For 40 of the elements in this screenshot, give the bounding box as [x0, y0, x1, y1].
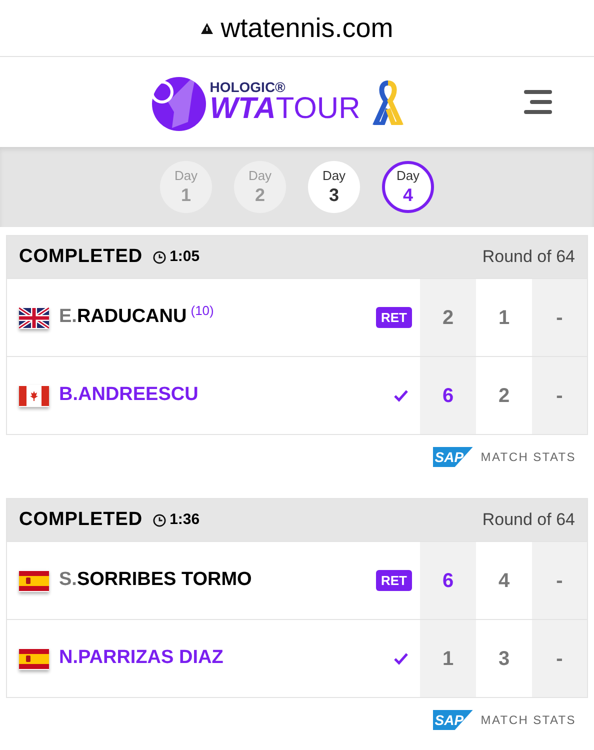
round-label: Round of 64	[482, 509, 575, 532]
tour-logo-text: TOUR	[276, 94, 360, 124]
sponsor-logo-text: HOLOGIC®	[210, 80, 286, 94]
set-score: -	[532, 357, 587, 434]
day-tab[interactable]: Day 4	[382, 161, 434, 213]
set-score: -	[532, 279, 587, 356]
sponsor-logo: SAP	[432, 710, 473, 730]
retired-badge: RET	[376, 306, 412, 328]
player-name: B.ANDREESCU	[59, 383, 198, 408]
set-score: 2	[420, 279, 476, 356]
flag-icon	[19, 306, 49, 328]
warning-icon	[200, 22, 213, 34]
duration-text: 1:05	[170, 246, 200, 267]
set-score: 6	[420, 357, 476, 434]
player-name: N.PARRIZAS DIAZ	[59, 646, 224, 670]
set-score: 1	[420, 620, 476, 697]
retired-badge: RET	[376, 570, 412, 592]
player-name: E.RADUCANU	[59, 305, 187, 330]
ribbon-icon	[372, 79, 404, 125]
flag-icon	[19, 570, 49, 592]
url-text: wtatennis.com	[220, 12, 394, 45]
status-label: COMPLETED	[19, 244, 143, 269]
set-score: -	[532, 542, 587, 619]
sponsor-logo: SAP	[432, 447, 473, 467]
flag-icon	[19, 648, 49, 670]
day-tab[interactable]: Day 3	[308, 161, 360, 213]
clock-icon	[152, 250, 166, 264]
set-score: -	[532, 620, 587, 697]
seed-label: (10)	[190, 302, 214, 320]
duration-text: 1:36	[170, 510, 200, 530]
menu-button[interactable]	[522, 87, 552, 117]
clock-icon	[152, 514, 166, 526]
match-stats-link[interactable]: MATCH STATS	[480, 711, 576, 729]
match-stats-link[interactable]: MATCH STATS	[480, 448, 576, 466]
round-label: Round of 64	[482, 246, 575, 268]
player-name: S.SORRIBES TORMO	[59, 568, 252, 592]
flag-icon	[19, 384, 49, 406]
status-label: COMPLETED	[19, 508, 143, 532]
brand-logo-text: WTA	[210, 94, 276, 124]
set-score: 6	[420, 542, 476, 619]
